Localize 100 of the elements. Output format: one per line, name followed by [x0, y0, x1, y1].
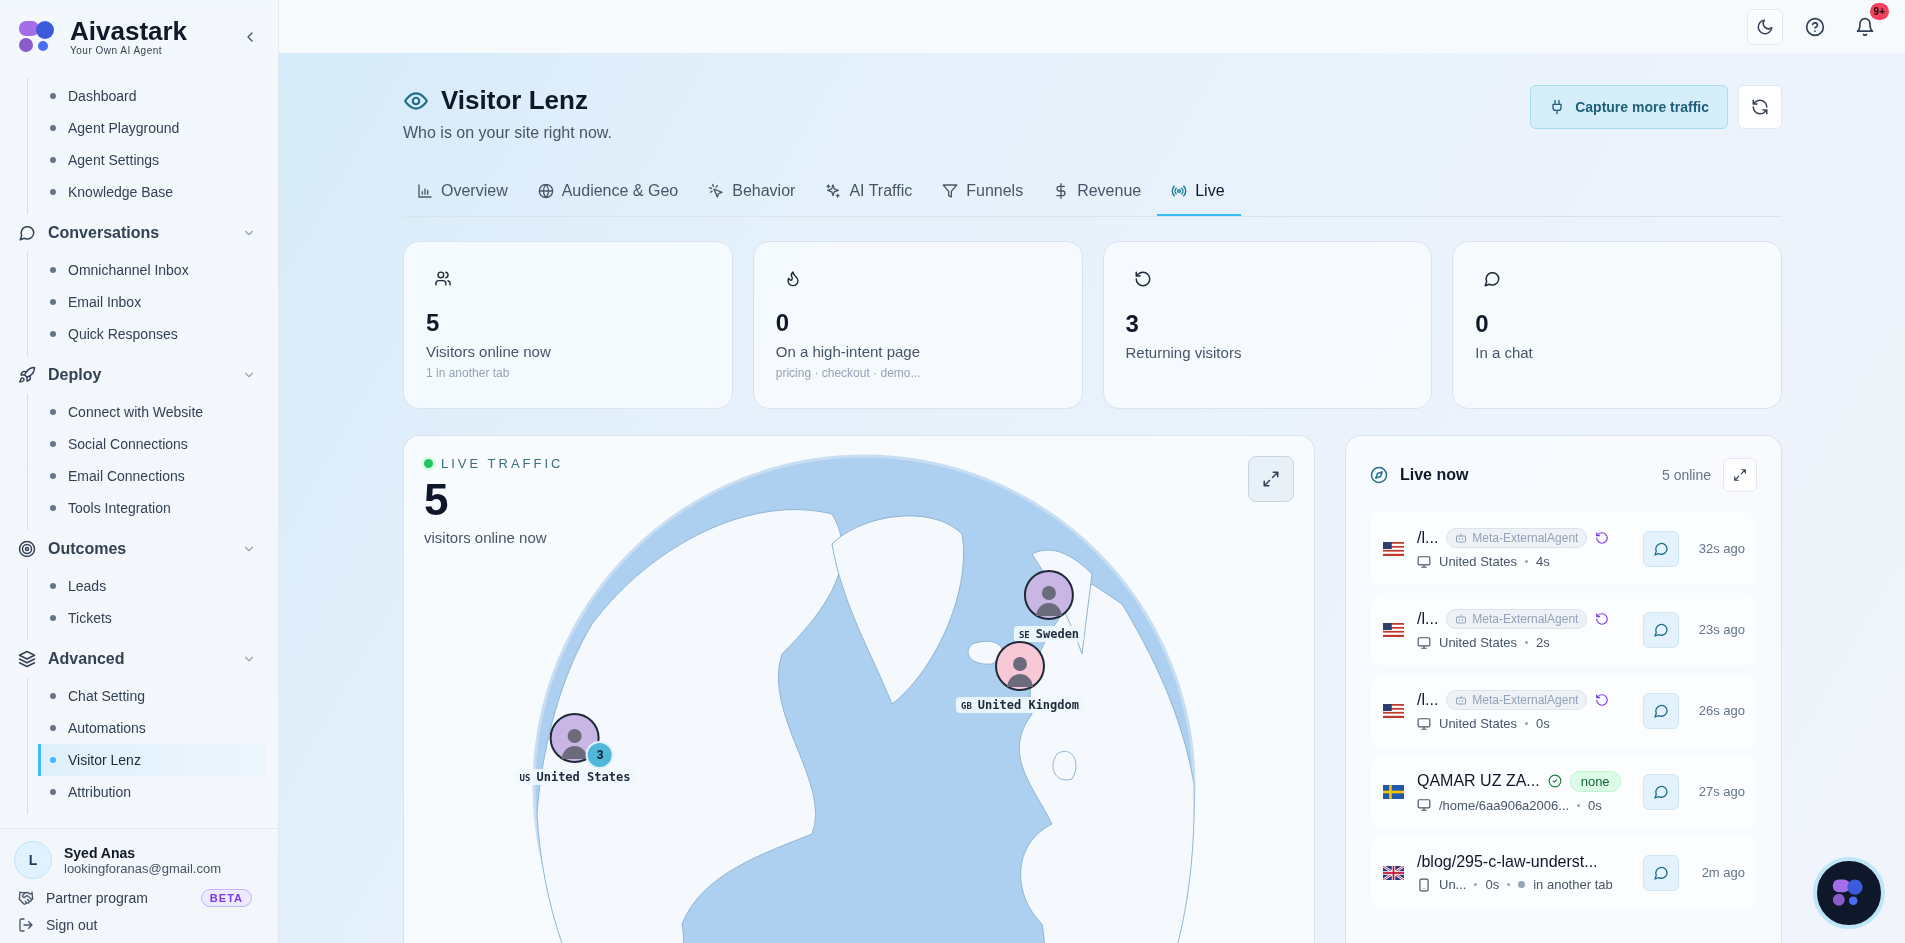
tab[interactable]: Live	[1157, 168, 1241, 216]
stat-label: In a chat	[1475, 344, 1534, 361]
visitor-row[interactable]: /l... Meta-ExternalAgent United States 4s 32s ago	[1370, 512, 1757, 585]
live-status-dot	[424, 459, 433, 468]
expand-button[interactable]	[1248, 456, 1294, 502]
rotate-icon	[1133, 270, 1152, 288]
stat-label: On a high-intent page	[775, 343, 922, 360]
nav-item[interactable]: Agent Playground	[28, 112, 266, 144]
chat-bubble-icon	[1653, 540, 1669, 557]
tab[interactable]: Funnels	[928, 168, 1040, 216]
nav-item[interactable]: Tools Integration	[28, 492, 266, 524]
nav-item[interactable]: Attribution	[28, 776, 266, 808]
notification-count: 9+	[1869, 2, 1889, 20]
dark-mode-button[interactable]	[1747, 8, 1783, 45]
nav-item[interactable]: Visitor Lenz	[38, 744, 266, 776]
visitor-title: /l...	[1417, 610, 1439, 628]
robot-icon	[1455, 694, 1468, 706]
nav-item[interactable]: Leads	[28, 570, 266, 602]
agent-tag: Meta-ExternalAgent	[1446, 609, 1588, 629]
moon-icon	[1756, 17, 1774, 36]
country-code: SE	[1018, 630, 1030, 640]
nav-item[interactable]: Chat Setting	[28, 680, 266, 712]
nav-section-header[interactable]: Outcomes	[18, 530, 266, 568]
broadcast-icon	[1171, 183, 1188, 199]
agent-tag: Meta-ExternalAgent	[1446, 690, 1588, 710]
visitor-title: /l...	[1417, 691, 1439, 709]
chat-bubble-icon	[1653, 864, 1669, 881]
visit-duration: 0s	[1536, 716, 1550, 731]
bell-icon	[1855, 16, 1875, 37]
tab[interactable]: Revenue	[1039, 168, 1158, 216]
refresh-button[interactable]	[1738, 85, 1782, 129]
sign-out-icon	[18, 917, 34, 933]
stat-note: 1 in another tab	[426, 366, 511, 380]
chat-bubble-icon	[1653, 783, 1669, 800]
visitor-row[interactable]: /l... Meta-ExternalAgent United States 2s 23s ago	[1370, 593, 1757, 666]
tab[interactable]: Audience & Geo	[523, 168, 695, 216]
stat-label: Returning visitors	[1125, 344, 1243, 361]
nav-item[interactable]: Automations	[28, 712, 266, 744]
chat-button[interactable]	[1643, 854, 1679, 891]
nav-item[interactable]: Tickets	[28, 602, 266, 634]
last-seen-time: 27s ago	[1697, 784, 1745, 799]
compass-icon	[1370, 466, 1388, 484]
nav-item[interactable]: Connect with Website	[28, 396, 266, 428]
tab[interactable]: AI Traffic	[811, 168, 929, 216]
chat-button[interactable]	[1643, 692, 1679, 729]
help-icon	[1805, 16, 1825, 37]
agent-tag: Meta-ExternalAgent	[1446, 528, 1588, 548]
brand-name: Aivastark	[70, 17, 188, 46]
panel-title: Live now	[1400, 466, 1470, 484]
brand-tagline: Your Own AI Agent	[70, 45, 164, 57]
user-name: Syed Anas	[64, 844, 137, 861]
nav-item[interactable]: Quick Responses	[28, 318, 266, 350]
globe-icon	[537, 183, 554, 199]
nav-section-header[interactable]: Deploy	[18, 356, 266, 394]
chat-bubble-icon	[1483, 270, 1502, 288]
visit-duration: 4s	[1536, 554, 1550, 569]
partner-program-link[interactable]: Partner program	[46, 890, 148, 906]
user-email: lookingforanas@gmail.com	[64, 860, 221, 876]
stat-label: Visitors online now	[426, 343, 552, 360]
beta-badge: BETA	[200, 889, 252, 907]
nav-item[interactable]: Agent Settings	[28, 144, 266, 176]
robot-icon	[1455, 532, 1468, 544]
stat-value: 3	[1125, 310, 1140, 338]
nav-section-header[interactable]: Advanced	[18, 640, 266, 678]
nav-item[interactable]: Email Inbox	[28, 286, 266, 318]
country-code: US	[519, 773, 531, 783]
visit-duration: 0s	[1485, 877, 1500, 892]
nav-item[interactable]: Email Connections	[28, 460, 266, 492]
visitor-detail: Un...	[1439, 877, 1467, 892]
chat-button[interactable]	[1643, 773, 1679, 810]
nav-item[interactable]: Dashboard	[28, 80, 266, 112]
visitor-title: /blog/295-c-law-underst...	[1417, 853, 1598, 871]
sign-out-link[interactable]: Sign out	[46, 917, 98, 933]
visit-duration: 0s	[1588, 797, 1602, 813]
visitor-detail: /home/6aa906a2006...	[1439, 797, 1570, 813]
last-seen-time: 26s ago	[1697, 703, 1745, 718]
visitor-row[interactable]: /blog/295-c-law-underst... Un... 0s in another tab 2m ago	[1370, 836, 1757, 909]
expand-icon	[1262, 470, 1280, 488]
tab[interactable]: Behavior	[694, 168, 812, 216]
tab[interactable]: Overview	[403, 168, 524, 216]
capture-traffic-button[interactable]: Capture more traffic	[1530, 85, 1728, 129]
nav-section-header[interactable]: Conversations	[18, 214, 266, 252]
nav-item[interactable]: Social Connections	[28, 428, 266, 460]
chat-button[interactable]	[1643, 530, 1679, 567]
visitor-row[interactable]: /l... Meta-ExternalAgent United States 0s 26s ago	[1370, 674, 1757, 747]
chat-bubble-icon	[1653, 621, 1669, 638]
visitor-row[interactable]: QAMAR UZ ZA... none /home/6aa906a2006... 0s 27s ago	[1370, 755, 1757, 828]
expand-button[interactable]	[1723, 458, 1757, 492]
bar-chart-icon	[417, 183, 433, 199]
user-avatar: L	[14, 841, 52, 879]
sparkles-icon	[825, 183, 842, 199]
nav-item[interactable]: Knowledge Base	[28, 176, 266, 208]
chat-bubble-icon	[18, 224, 36, 242]
chat-bubble-icon	[1653, 702, 1669, 719]
chat-button[interactable]	[1643, 611, 1679, 648]
logo-icon	[1832, 878, 1866, 908]
nav-item[interactable]: Omnichannel Inbox	[28, 254, 266, 286]
page-subtitle: Who is on your site right now.	[403, 124, 612, 142]
last-seen-time: 32s ago	[1697, 541, 1745, 556]
users-icon	[434, 270, 452, 287]
